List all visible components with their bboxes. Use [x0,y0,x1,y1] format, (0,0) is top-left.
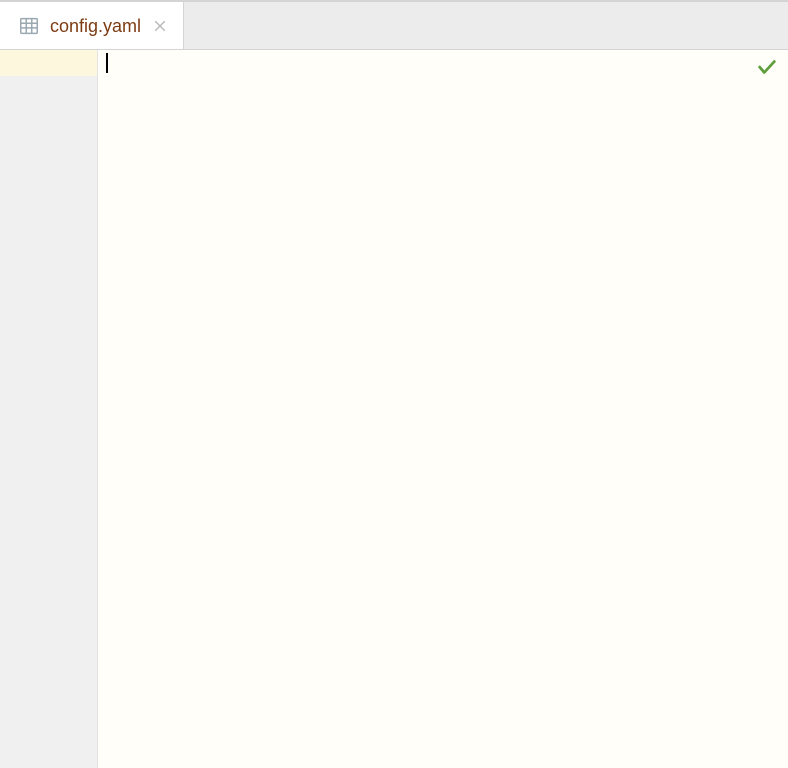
tab-label: config.yaml [50,17,141,35]
current-line-highlight [98,50,788,76]
tab-config-yaml[interactable]: config.yaml [0,2,184,49]
gutter-current-line [0,50,97,76]
table-file-icon [18,15,40,37]
tab-bar: config.yaml [0,2,788,50]
editor-root: config.yaml [0,0,788,768]
gutter[interactable] [0,50,98,768]
editor-area [0,50,788,768]
close-icon[interactable] [151,17,169,35]
code-pane[interactable] [98,50,788,768]
text-caret [106,53,108,73]
check-icon[interactable] [756,56,778,78]
